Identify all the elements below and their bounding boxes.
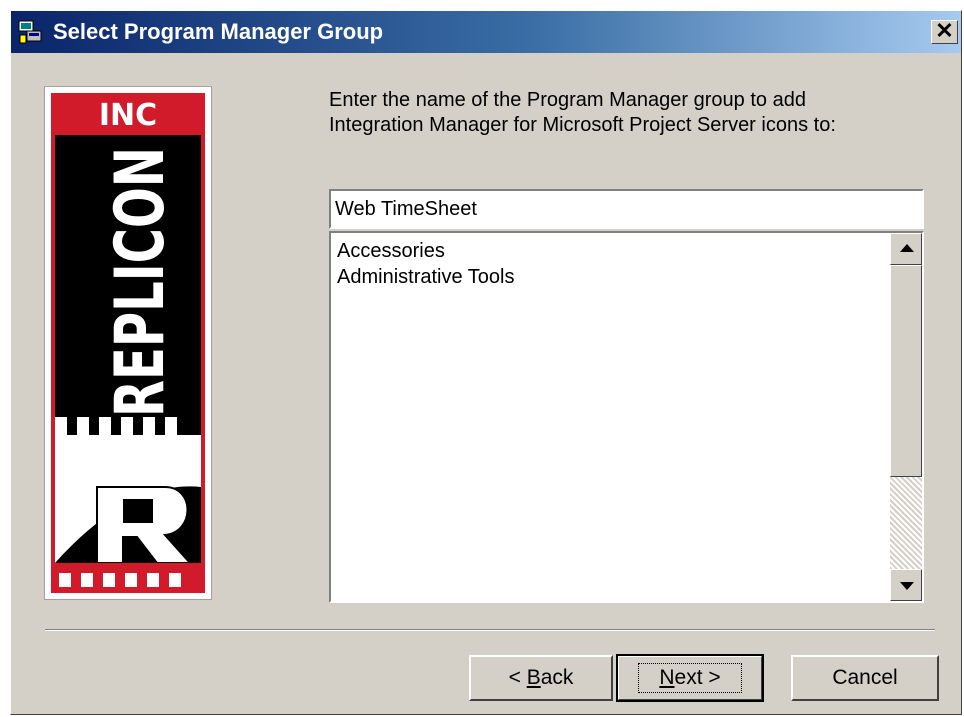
list-item-administrative-tools[interactable]: Administrative Tools — [337, 264, 514, 290]
title-bar[interactable]: Select Program Manager Group ✕ — [11, 11, 961, 53]
arrow-up-icon — [900, 244, 914, 252]
list-item-accessories[interactable]: Accessories — [337, 238, 514, 264]
vertical-scrollbar[interactable] — [890, 233, 922, 601]
replicon-logo-graphic: INC REPLICON — [51, 93, 205, 593]
scrollbar-thumb[interactable] — [890, 265, 922, 477]
scroll-up-button[interactable] — [890, 233, 922, 265]
group-name-input[interactable] — [329, 189, 924, 229]
logo-inc-text: INC — [99, 98, 157, 133]
group-listbox[interactable]: Accessories Administrative Tools — [329, 231, 924, 603]
close-button[interactable]: ✕ — [931, 20, 958, 44]
instruction-line-2: Integration Manager for Microsoft Projec… — [329, 114, 836, 136]
back-prefix: < — [508, 666, 527, 689]
logo-brand-text: REPLICON — [101, 147, 180, 417]
cancel-button[interactable]: Cancel — [791, 655, 939, 701]
replicon-logo: INC REPLICON — [44, 86, 212, 600]
group-list-items: Accessories Administrative Tools — [337, 238, 514, 290]
instruction-text: Enter the name of the Program Manager gr… — [329, 88, 889, 138]
back-mnemonic: B — [526, 666, 541, 689]
back-label-rest: ack — [540, 666, 574, 689]
next-focus-rect: Next > — [638, 663, 742, 693]
close-icon: ✕ — [935, 18, 954, 43]
next-mnemonic: N — [659, 666, 675, 689]
back-button[interactable]: < Back — [469, 655, 613, 701]
dialog-window: Select Program Manager Group ✕ INC REPLI… — [10, 10, 962, 715]
next-label-rest: ext > — [674, 666, 721, 689]
setup-icon — [18, 20, 42, 44]
arrow-down-icon — [900, 582, 914, 590]
scroll-down-button[interactable] — [890, 569, 922, 601]
window-title: Select Program Manager Group — [53, 19, 384, 44]
instruction-line-1: Enter the name of the Program Manager gr… — [329, 89, 806, 111]
next-button[interactable]: Next > — [616, 654, 764, 702]
footer-separator — [45, 629, 935, 631]
